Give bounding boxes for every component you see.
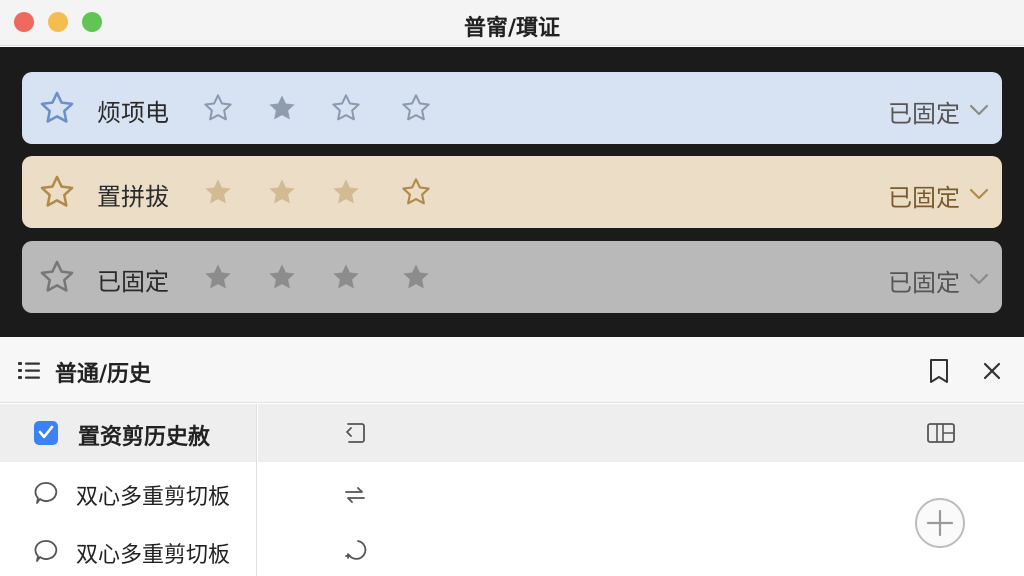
history-header: 普通/历史 — [0, 337, 1024, 403]
star-filled-icon[interactable] — [202, 176, 234, 208]
star-filled-icon[interactable] — [266, 176, 298, 208]
star-outline-icon[interactable] — [400, 92, 432, 124]
star-filled-icon[interactable] — [330, 176, 362, 208]
card-label: 已固定 — [97, 268, 169, 296]
checkbox-checked-icon[interactable] — [33, 420, 59, 446]
star-outline-icon[interactable] — [400, 176, 432, 208]
star-filled-icon[interactable] — [266, 92, 298, 124]
list-item[interactable]: 置资剪历史赦 — [0, 404, 256, 462]
chevron-down-icon[interactable] — [968, 186, 990, 202]
history-list: 置资剪历史赦 双心多重剪切板 双心多重剪切板 — [0, 404, 257, 576]
refresh-add-icon[interactable] — [340, 536, 370, 566]
chevron-down-icon[interactable] — [968, 102, 990, 118]
list-item-label: 置资剪历史赦 — [78, 425, 211, 450]
list-menu-icon[interactable] — [16, 358, 42, 384]
list-item[interactable]: 双心多重剪切板 — [0, 464, 256, 522]
card-tan[interactable]: 置拼拔 已固定 — [22, 156, 1002, 228]
star-outline-icon — [40, 175, 74, 207]
selected-row-highlight — [258, 404, 1024, 462]
status-label: 已固定 — [888, 269, 960, 297]
card-label: 烦项电 — [97, 99, 169, 127]
card-blue[interactable]: 烦项电 已固定 — [22, 72, 1002, 144]
star-filled-icon[interactable] — [400, 261, 432, 293]
clipboard-paste-icon[interactable] — [340, 418, 370, 448]
status-label: 已固定 — [888, 184, 960, 212]
star-outline-icon — [40, 91, 74, 123]
add-icon[interactable] — [913, 496, 967, 550]
card-label: 置拼拔 — [97, 183, 169, 211]
star-filled-icon[interactable] — [330, 261, 362, 293]
list-item-label: 双心多重剪切板 — [76, 485, 231, 510]
chat-bubble-icon — [34, 482, 58, 504]
split-panel-icon[interactable] — [926, 420, 956, 446]
star-filled-icon[interactable] — [266, 261, 298, 293]
list-item[interactable]: 双心多重剪切板 — [0, 522, 256, 576]
pinned-cards-panel: 烦项电 已固定 置拼拔 已固定 已固定 已固定 — [0, 47, 1024, 337]
title-bar: 普甯/瑻证 — [0, 0, 1024, 46]
card-gray[interactable]: 已固定 已固定 — [22, 241, 1002, 313]
swap-arrows-icon[interactable] — [340, 480, 370, 510]
history-title: 普通/历史 — [55, 362, 152, 387]
star-outline-icon[interactable] — [202, 92, 234, 124]
star-filled-icon[interactable] — [202, 261, 234, 293]
window-title: 普甯/瑻证 — [463, 16, 561, 41]
bookmark-icon[interactable] — [926, 357, 952, 385]
chat-bubble-icon — [34, 540, 58, 562]
star-outline-icon[interactable] — [330, 92, 362, 124]
chevron-down-icon[interactable] — [968, 271, 990, 287]
close-icon[interactable] — [980, 359, 1004, 383]
status-label: 已固定 — [888, 100, 960, 128]
history-detail-area — [258, 404, 1024, 576]
star-outline-icon — [40, 260, 74, 292]
list-item-label: 双心多重剪切板 — [76, 543, 231, 568]
